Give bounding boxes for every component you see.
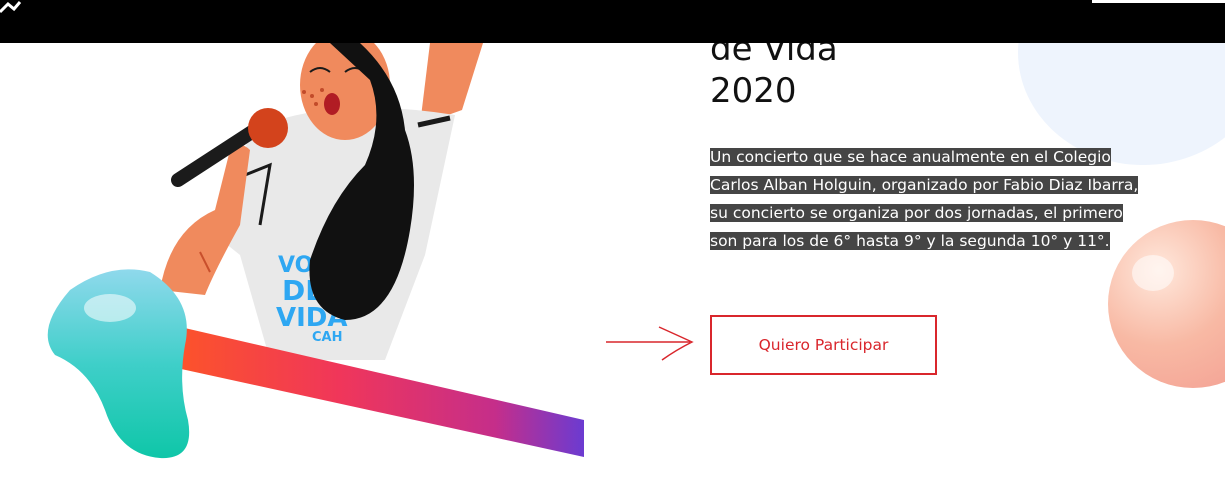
description-text: Un concierto que se hace anualmente en e… xyxy=(710,148,1139,250)
hand-drawn-arrow-right-icon xyxy=(606,326,694,361)
singer-illustration: VO DE VIDA CAH xyxy=(47,30,584,459)
microphone-head xyxy=(248,108,288,148)
quiero-participar-button[interactable]: Quiero Participar xyxy=(710,315,937,375)
top-navbar xyxy=(0,0,1225,43)
shirt-text-4: CAH xyxy=(312,330,342,345)
event-description: Un concierto que se hace anualmente en e… xyxy=(710,143,1150,255)
sphere-highlight xyxy=(1132,255,1174,291)
title-line-2: 2020 xyxy=(710,71,797,111)
nav-underline xyxy=(1092,0,1225,3)
logo-fragment[interactable] xyxy=(0,0,22,14)
